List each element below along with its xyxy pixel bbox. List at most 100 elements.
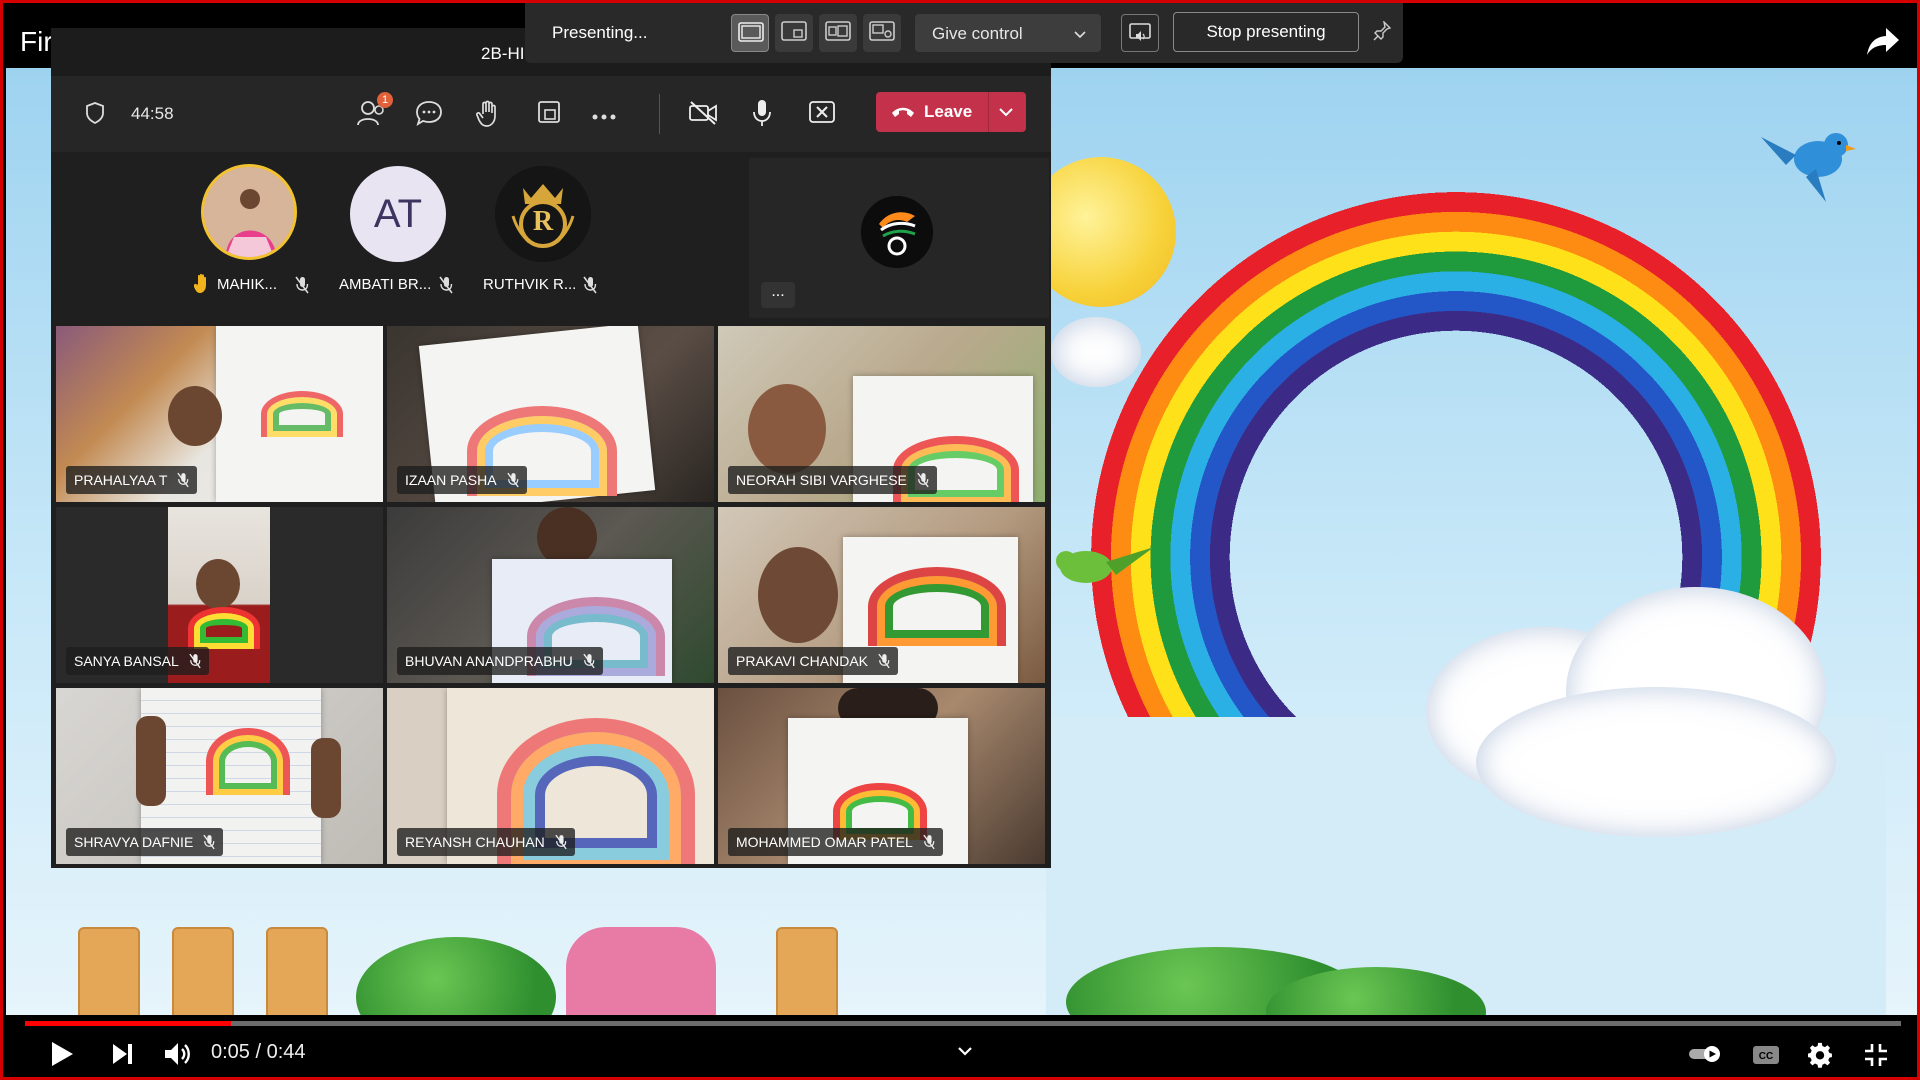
participant-tile[interactable]: SANYA BANSAL <box>56 507 383 683</box>
tile-name: NEORAH SIBI VARGHESE <box>728 466 937 494</box>
presenting-status: Presenting... <box>552 23 648 42</box>
participant-tile[interactable]: BHUVAN ANANDPRABHU <box>387 507 714 683</box>
participant-tile[interactable]: NEORAH SIBI VARGHESE <box>718 326 1045 502</box>
mic-off-icon <box>189 653 201 669</box>
mic-off-icon <box>555 834 567 850</box>
divider <box>988 92 989 132</box>
time-separator: / <box>255 1041 262 1063</box>
participant-strip: MAHIK... AT AMBATI BR... R RUTHVIK R... <box>51 152 1051 322</box>
tile-name: IZAAN PASHA <box>397 466 527 494</box>
participant-tile[interactable]: SHRAVYA DAFNIE <box>56 688 383 864</box>
drawing-rainbow <box>868 567 1006 646</box>
meeting-control-bar: 44:58 1 Leave <box>51 76 1051 152</box>
layout-icon <box>738 22 764 42</box>
time-display: 0:05 / 0:44 <box>211 1041 306 1064</box>
app-frame: Fir 2B-HI 44:58 1 Leave MAHIK... AT AMBA… <box>0 0 1920 1080</box>
tile-name: PRAHALYAA T <box>66 466 198 494</box>
layout-icon <box>825 21 851 41</box>
progress-bar[interactable] <box>25 1021 1901 1026</box>
pin-icon[interactable] <box>1373 19 1392 46</box>
video-grid: PRAHALYAA T IZAAN PASHA NEORAH SIBI VARG… <box>56 326 1048 866</box>
presenting-toolbar: Presenting... Give control Stop presenti… <box>525 3 1403 63</box>
fence-post <box>776 927 838 1015</box>
stop-presenting-button[interactable]: Stop presenting <box>1173 12 1359 52</box>
participant-name: MAHIK... <box>217 276 278 293</box>
include-system-audio-button[interactable] <box>1121 14 1159 52</box>
play-icon[interactable] <box>50 1041 74 1072</box>
more-participants-button[interactable]: ... <box>761 282 795 308</box>
tile-name: SHRAVYA DAFNIE <box>66 828 224 856</box>
tile-name: SANYA BANSAL <box>66 647 209 675</box>
hand <box>136 716 166 806</box>
progress-played <box>25 1021 231 1026</box>
mic-off-icon <box>583 276 597 299</box>
divider <box>659 94 660 134</box>
fence-post <box>172 927 234 1015</box>
more-options-icon[interactable] <box>591 108 617 126</box>
avatar[interactable] <box>861 196 933 268</box>
chevron-down-icon[interactable] <box>957 1045 973 1063</box>
avatar[interactable] <box>201 164 297 260</box>
layout-reporter-button[interactable] <box>863 14 901 52</box>
mic-off-icon <box>439 276 453 299</box>
chat-icon[interactable] <box>415 99 443 132</box>
drawing-rainbow <box>261 391 343 437</box>
microphone-icon[interactable] <box>752 98 772 133</box>
give-control-dropdown[interactable]: Give control <box>915 14 1101 52</box>
mic-off-icon <box>177 472 190 488</box>
face <box>196 559 240 609</box>
avatar-initials: R <box>532 206 554 237</box>
face <box>748 384 826 474</box>
next-icon[interactable] <box>112 1043 134 1070</box>
captions-icon[interactable]: CC <box>1752 1045 1780 1070</box>
share-icon[interactable] <box>1866 26 1900 56</box>
participant-tile[interactable]: PRAKAVI CHANDAK <box>718 507 1045 683</box>
hand <box>311 738 341 818</box>
chevron-down-icon[interactable] <box>998 105 1014 124</box>
mic-off-icon <box>583 653 595 669</box>
fence-post <box>266 927 328 1015</box>
participant-tile[interactable]: REYANSH CHAUHAN <box>387 688 714 864</box>
participant-tile[interactable]: MOHAMMED OMAR PATEL <box>718 688 1045 864</box>
tile-name: MOHAMMED OMAR PATEL <box>728 828 943 856</box>
layout-standout-button[interactable] <box>775 14 813 52</box>
settings-gear-icon[interactable] <box>1808 1042 1834 1073</box>
cloud-4 <box>1051 317 1141 387</box>
autoplay-toggle-icon[interactable] <box>1688 1045 1724 1068</box>
leave-button[interactable]: Leave <box>876 92 1026 132</box>
child-dress <box>566 927 716 1015</box>
layout-content-only-button[interactable] <box>731 14 769 52</box>
mic-off-icon <box>917 472 929 488</box>
stop-share-icon[interactable] <box>809 101 835 128</box>
fence-post <box>78 927 140 1015</box>
participants-badge: 1 <box>377 92 393 108</box>
meeting-timer: 44:58 <box>131 104 174 123</box>
shield-icon <box>85 102 105 129</box>
raised-hand-icon <box>193 272 213 299</box>
drawing-rainbow <box>206 728 290 795</box>
player-controls: 0:05 / 0:44 CC <box>6 1027 1917 1077</box>
view-icon[interactable] <box>537 100 561 129</box>
participant-tile[interactable]: IZAAN PASHA <box>387 326 714 502</box>
mic-off-icon <box>203 834 215 850</box>
system-audio-icon <box>1129 23 1151 41</box>
video-title[interactable]: Fir <box>20 26 53 58</box>
participant-name: AMBATI BR... <box>339 276 432 293</box>
camera-off-icon[interactable] <box>688 100 718 131</box>
participant-tile[interactable]: PRAHALYAA T <box>56 326 383 502</box>
svg-text:CC: CC <box>1759 1051 1773 1062</box>
chevron-down-icon <box>1073 26 1087 46</box>
face <box>758 547 838 643</box>
layout-icon <box>869 21 895 41</box>
avatar[interactable]: R <box>495 166 591 262</box>
tile-name: REYANSH CHAUHAN <box>397 828 575 856</box>
volume-icon[interactable] <box>164 1041 192 1072</box>
exit-fullscreen-icon[interactable] <box>1864 1043 1888 1072</box>
parrot-icon <box>1046 527 1156 612</box>
face <box>537 507 597 567</box>
avatar[interactable]: AT <box>350 166 446 262</box>
leave-label: Leave <box>924 102 973 121</box>
face <box>168 386 222 446</box>
layout-side-by-side-button[interactable] <box>819 14 857 52</box>
raise-hand-icon[interactable] <box>475 98 503 133</box>
